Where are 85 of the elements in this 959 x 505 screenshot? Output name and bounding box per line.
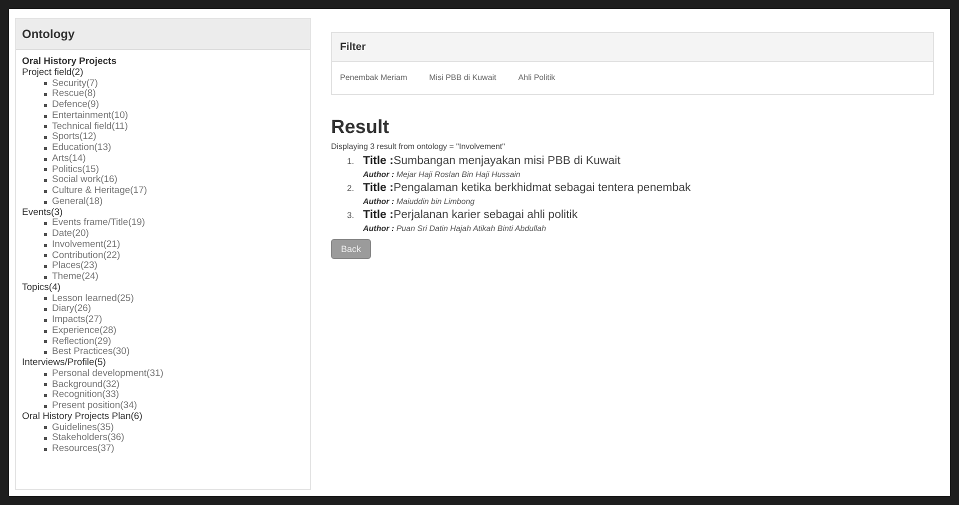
bullet-icon [44, 308, 47, 312]
tree-group[interactable]: Events(3) [22, 208, 63, 218]
tree-group[interactable]: Oral History Projects Plan(6) [22, 412, 142, 422]
bullet-icon [44, 372, 47, 376]
tree-item-link[interactable]: Events frame/Title(19) [52, 218, 146, 229]
tree-item-link[interactable]: Lesson learned(25) [52, 294, 134, 304]
tree-item-link[interactable]: Politics(15) [52, 164, 99, 176]
tree-group[interactable]: Project field(2) [22, 68, 84, 78]
tree-item-link[interactable]: Personal development(31) [52, 368, 164, 380]
tree-item-link[interactable]: Resources(37) [52, 444, 114, 455]
tree-item-link[interactable]: Rescue(8) [52, 89, 96, 100]
bullet-icon [44, 190, 47, 193]
tree-item-link[interactable]: Stakeholders(36) [52, 433, 124, 444]
tree-item-link[interactable]: Impacts(27) [52, 315, 102, 326]
tree-group[interactable]: Interviews/Profile(5) [22, 358, 106, 369]
result-title: Title :Sumbangan menjayakan misi PBB di Kuwait [363, 155, 620, 167]
bullet-icon [44, 114, 47, 118]
filter-link[interactable]: Ahli Politik [518, 73, 556, 82]
sidebar-header: Ontology [16, 19, 310, 50]
result-title: Title :Pengalaman ketika berkhidmat sebagai tentera penembak [363, 182, 691, 194]
bullet-icon [44, 125, 47, 128]
tree-item-link[interactable]: Education(13) [52, 143, 112, 154]
bullet-icon [44, 426, 47, 430]
bullet-icon [44, 276, 47, 279]
tree-item-link[interactable]: Theme(24) [52, 272, 98, 283]
bullet-icon [44, 330, 47, 333]
result-heading: Result [331, 117, 390, 139]
tree-item-link[interactable]: Recognition(33) [52, 390, 120, 401]
result-author: Author : Puan Sri Datin Hajah Atikah Binti Abdullah [363, 224, 546, 233]
result-author: Author : Mejar Haji Roslan Bin Haji Hussain [363, 170, 520, 179]
tree-item-link[interactable]: Contribution(22) [52, 250, 120, 262]
bullet-icon [44, 222, 47, 226]
bullet-icon [44, 244, 47, 247]
filter-header: Filter [332, 33, 933, 62]
bullet-icon [44, 448, 47, 451]
bullet-icon [44, 82, 47, 86]
tree-item-link[interactable]: Reflection(29) [52, 336, 112, 348]
result-author: Author : Maiuddin bin Limbong [363, 197, 475, 206]
tree-item-link[interactable]: Date(20) [52, 229, 89, 240]
tree-item-link[interactable]: Social work(16) [52, 175, 118, 186]
bullet-icon [44, 146, 47, 150]
back-button[interactable]: Back [331, 239, 372, 259]
list-number: 2. [347, 183, 356, 193]
tree-item-link[interactable]: Involvement(21) [52, 240, 120, 250]
tree-item-link[interactable]: Defence(9) [52, 100, 99, 111]
list-number: 1. [347, 156, 356, 166]
result-title: Title :Perjalanan karier sebagai ahli politik [363, 209, 578, 221]
list-number: 3. [347, 210, 356, 220]
bullet-icon [44, 158, 47, 161]
bullet-icon [44, 340, 47, 344]
tree-item-link[interactable]: Culture & Heritage(17) [52, 186, 148, 197]
tree-item-link[interactable]: Security(7) [52, 78, 98, 90]
bullet-icon [44, 179, 47, 182]
bullet-icon [44, 200, 47, 204]
bullet-icon [44, 254, 47, 258]
bullet-icon [44, 383, 47, 386]
tree-item-link[interactable]: Guidelines(35) [52, 422, 114, 434]
tree-item-link[interactable]: Arts(14) [52, 154, 86, 164]
filter-link[interactable]: Penembak Meriam [340, 73, 408, 82]
tree-group[interactable]: Topics(4) [22, 282, 61, 294]
bullet-icon [44, 136, 47, 140]
tree-item-link[interactable]: Places(23) [52, 261, 98, 272]
tree-item-link[interactable]: Background(32) [52, 380, 120, 390]
tree-root: Oral History Projects [22, 57, 117, 68]
tree-item-link[interactable]: General(18) [52, 196, 103, 208]
bullet-icon [44, 93, 47, 96]
bullet-icon [44, 232, 47, 236]
result-summary: Displaying 3 result from ontology = "Involvement" [331, 142, 505, 151]
tree-item-link[interactable]: Experience(28) [52, 326, 116, 336]
bullet-icon [44, 404, 47, 408]
filter-link[interactable]: Misi PBB di Kuwait [429, 73, 496, 82]
bullet-icon [44, 297, 47, 300]
bullet-icon [44, 351, 47, 354]
tree-item-link[interactable]: Technical field(11) [52, 122, 128, 132]
tree-item-link[interactable]: Diary(26) [52, 304, 92, 315]
tree-item-link[interactable]: Sports(12) [52, 132, 96, 143]
tree-item-link[interactable]: Entertainment(10) [52, 110, 128, 122]
bullet-icon [44, 318, 47, 322]
tree-item-link[interactable]: Best Practices(30) [52, 347, 130, 358]
bullet-icon [44, 104, 47, 107]
bullet-icon [44, 265, 47, 268]
bullet-icon [44, 168, 47, 172]
tree-item-link[interactable]: Present position(34) [52, 401, 138, 412]
bullet-icon [44, 394, 47, 398]
bullet-icon [44, 437, 47, 440]
